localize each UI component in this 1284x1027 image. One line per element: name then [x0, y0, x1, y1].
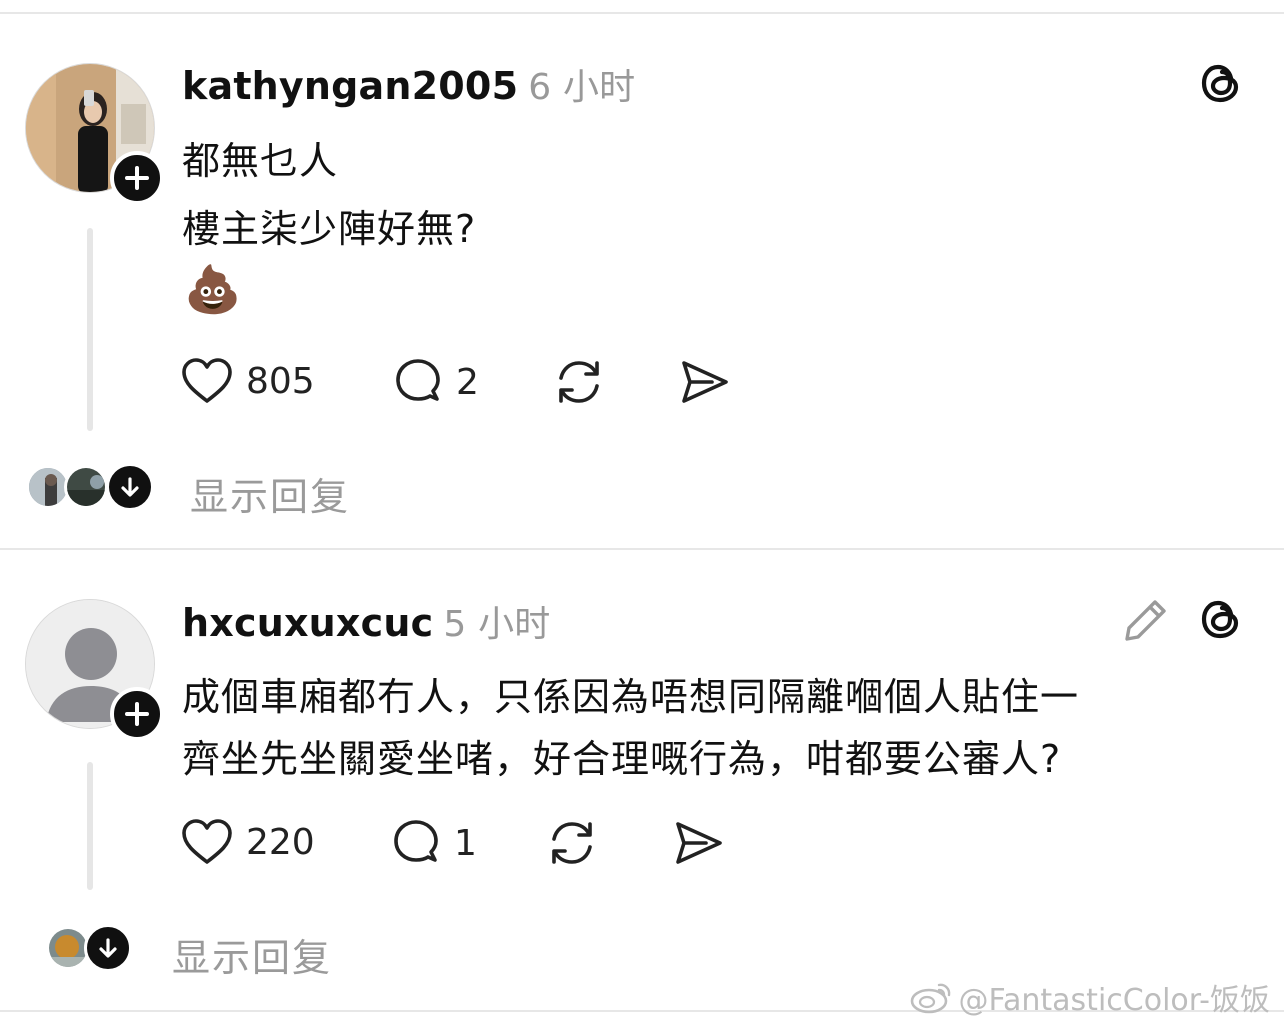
username[interactable]: hxcuxuxcuc 5 小时 — [182, 595, 550, 647]
comment-button[interactable]: 2 — [392, 356, 479, 408]
reply-avatar — [64, 465, 108, 509]
repost-icon[interactable] — [552, 356, 606, 408]
repost-icon[interactable] — [545, 817, 599, 869]
threads-icon[interactable] — [1197, 594, 1245, 644]
plus-icon — [125, 702, 149, 726]
like-count: 805 — [246, 360, 315, 402]
comment-icon — [394, 820, 438, 862]
show-replies-link[interactable]: 显示回复 — [172, 927, 332, 982]
threads-icon[interactable] — [1197, 58, 1245, 108]
post-text-line-1: 成個車廂都冇人，只係因為唔想同隔離嗰個人貼住一 — [182, 675, 1080, 719]
post-text-line-2: 樓主柒少陣好無? — [182, 207, 477, 251]
follow-button[interactable] — [110, 151, 164, 205]
comment-icon — [396, 359, 440, 401]
post-text-line-2: 齊坐先坐關愛坐啫，好合理嘅行為，咁都要公審人? — [182, 737, 1062, 781]
emoji: 💩 — [184, 262, 243, 316]
watermark-text: @FantasticColor-饭饭 — [958, 983, 1271, 1018]
share-icon[interactable] — [672, 817, 726, 869]
username[interactable]: kathyngan2005 6 小时 — [182, 58, 635, 110]
thread-line — [87, 228, 93, 431]
reply-arrow-badge — [106, 463, 154, 511]
like-count: 220 — [246, 821, 315, 863]
follow-button[interactable] — [110, 687, 164, 741]
reply-arrow-badge — [84, 924, 132, 972]
timestamp: 6 小时 — [528, 67, 636, 108]
top-divider — [0, 12, 1284, 14]
reply-avatars[interactable] — [26, 463, 156, 515]
show-replies-link[interactable]: 显示回复 — [190, 466, 350, 521]
like-button[interactable]: 220 — [180, 817, 315, 867]
watermark: @FantasticColor-饭饭 — [909, 975, 1271, 1019]
thread-line — [87, 762, 93, 890]
share-icon[interactable] — [678, 356, 732, 408]
timestamp: 5 小时 — [443, 604, 551, 645]
arrow-down-icon — [121, 477, 139, 497]
arrow-down-icon — [99, 938, 117, 958]
comment-count: 2 — [456, 361, 479, 403]
post-divider — [0, 548, 1284, 550]
reply-avatars[interactable] — [46, 924, 136, 976]
comment-count: 1 — [454, 822, 477, 864]
comment-button[interactable]: 1 — [390, 817, 477, 869]
plus-icon — [125, 166, 149, 190]
heart-icon — [182, 358, 232, 403]
pencil-icon[interactable] — [1122, 596, 1170, 644]
like-button[interactable]: 805 — [180, 356, 315, 406]
heart-icon — [182, 819, 232, 864]
weibo-icon — [910, 983, 950, 1014]
post-text-line-1: 都無乜人 — [182, 139, 339, 183]
